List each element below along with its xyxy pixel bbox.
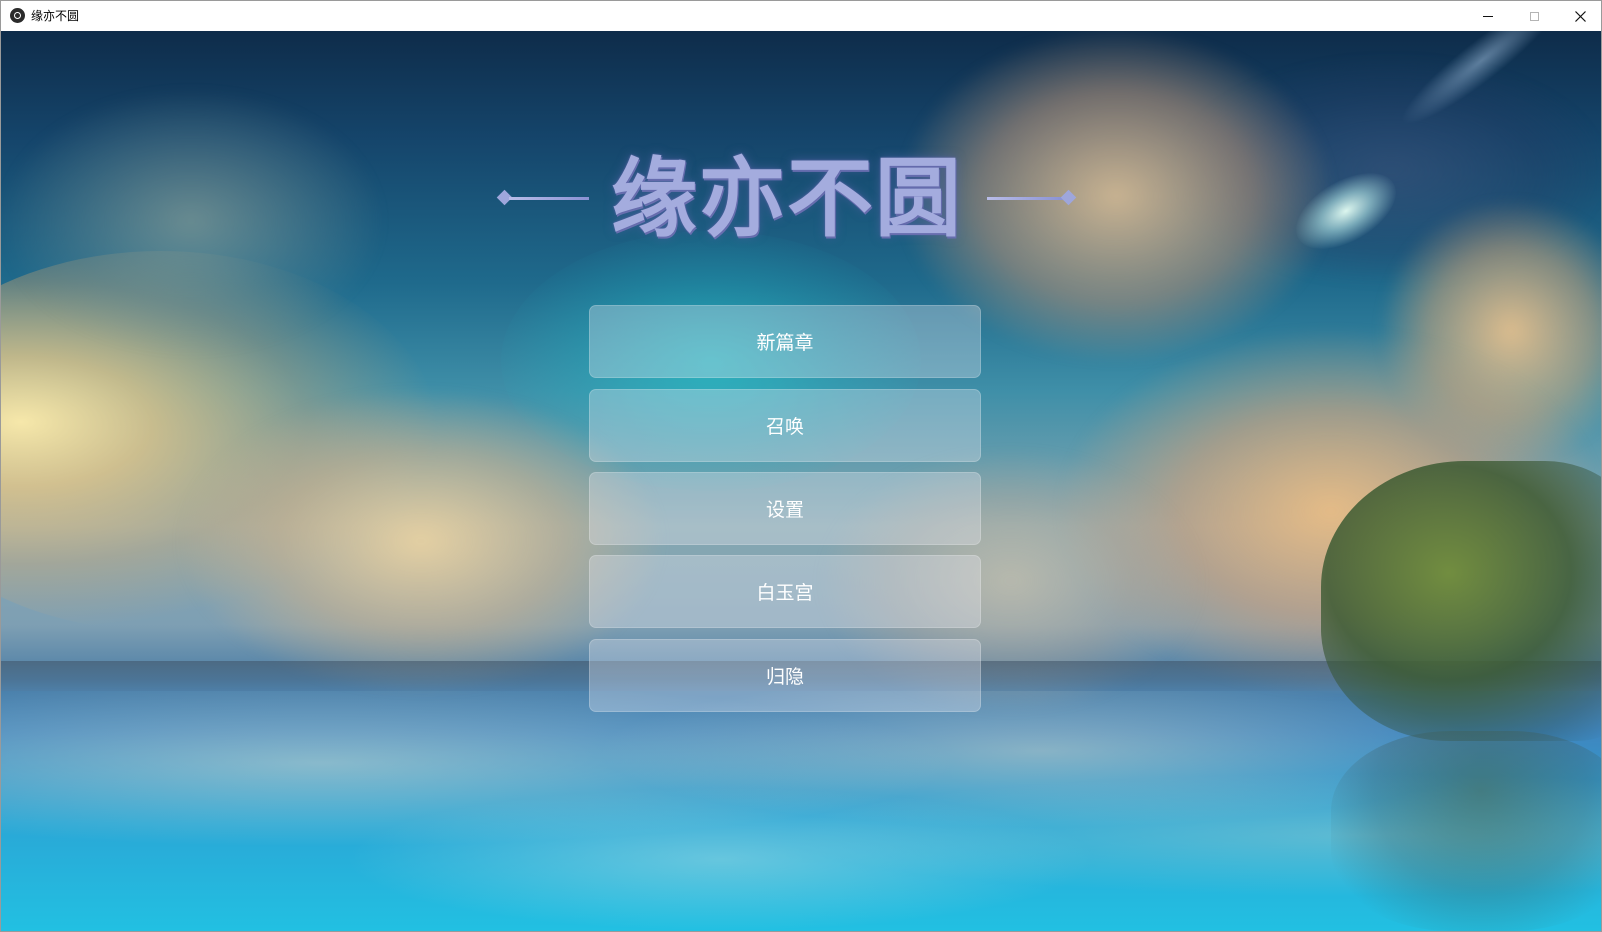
maximize-icon xyxy=(1529,11,1539,21)
title-rule-left xyxy=(509,197,589,200)
game-title-logo: 缘亦不圆 xyxy=(496,148,1077,249)
app-circle-icon xyxy=(10,8,25,23)
window-title: 缘亦不圆 xyxy=(31,9,80,23)
background-scene: 缘亦不圆 新篇章 召唤 设置 白玉宫 归隐 xyxy=(1,31,1601,931)
close-icon xyxy=(1574,10,1586,22)
cloud xyxy=(1,91,381,351)
game-window: 缘亦不圆 缘亦不圆 新篇章 召唤 设置 白玉宫 归隐 xyxy=(0,0,1602,932)
title-bar[interactable]: 缘亦不圆 xyxy=(1,1,1601,32)
new-chapter-button[interactable]: 新篇章 xyxy=(589,305,981,378)
title-rule-right xyxy=(987,197,1063,200)
summon-button[interactable]: 召唤 xyxy=(589,389,981,462)
tree xyxy=(1321,461,1601,741)
game-title: 缘亦不圆 xyxy=(611,148,963,249)
maximize-button[interactable] xyxy=(1511,1,1557,31)
minimize-button[interactable] xyxy=(1465,1,1511,31)
title-ornament-right xyxy=(1060,189,1077,206)
minimize-icon xyxy=(1483,15,1493,17)
retire-button[interactable]: 归隐 xyxy=(589,639,981,712)
tree-reflection xyxy=(1331,731,1601,931)
settings-button[interactable]: 设置 xyxy=(589,472,981,545)
close-button[interactable] xyxy=(1557,1,1601,31)
white-jade-palace-button[interactable]: 白玉宫 xyxy=(589,555,981,628)
